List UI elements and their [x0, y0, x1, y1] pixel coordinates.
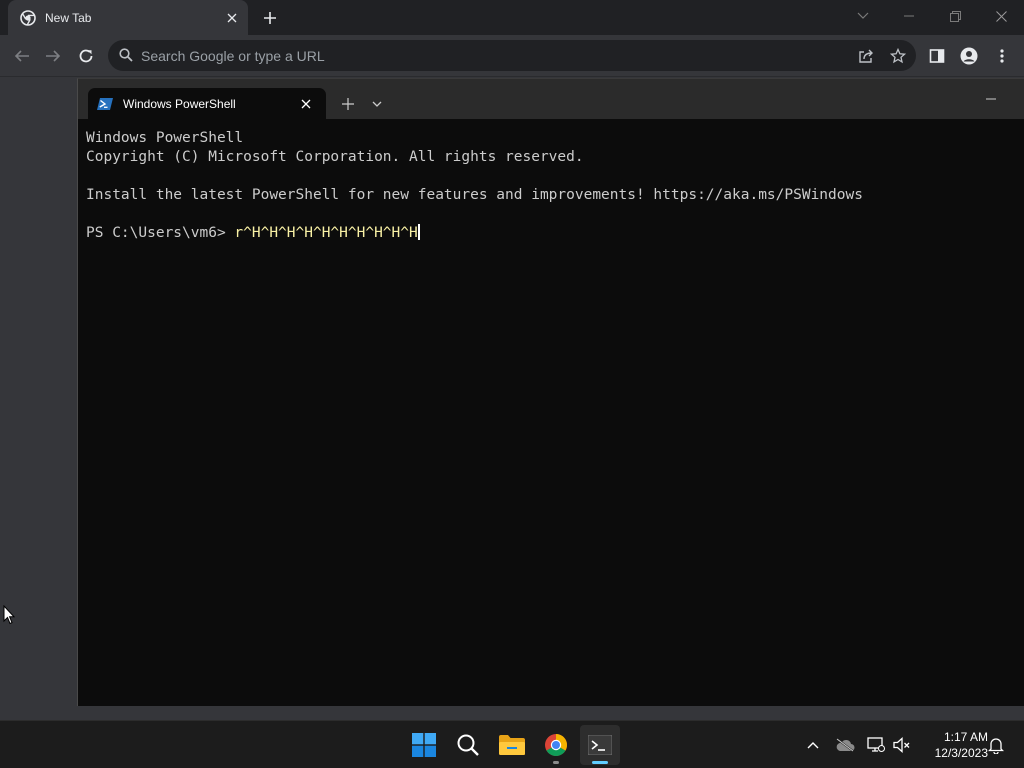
- volume-muted-icon[interactable]: [891, 734, 913, 756]
- system-clock[interactable]: 1:17 AM 12/3/2023: [918, 729, 988, 761]
- powershell-icon: [97, 96, 113, 112]
- bookmark-star-icon[interactable]: [888, 46, 908, 66]
- search-icon: [456, 733, 480, 757]
- terminal-line: Copyright (C) Microsoft Corporation. All…: [86, 149, 584, 165]
- close-tab-icon[interactable]: [296, 94, 316, 114]
- terminal-taskbar-button[interactable]: [580, 725, 620, 765]
- terminal-line: Install the latest PowerShell for new fe…: [86, 187, 863, 203]
- running-indicator: [553, 761, 559, 764]
- clock-time: 1:17 AM: [943, 730, 988, 744]
- terminal-minimize-button[interactable]: [976, 87, 1006, 111]
- active-indicator: [592, 761, 608, 764]
- close-window-button[interactable]: [978, 0, 1024, 32]
- terminal-tab-powershell[interactable]: Windows PowerShell: [88, 88, 326, 119]
- terminal-line: Windows PowerShell: [86, 130, 244, 146]
- terminal-tab-title: Windows PowerShell: [123, 96, 236, 111]
- new-tab-button[interactable]: [258, 6, 282, 30]
- terminal-output[interactable]: Windows PowerShell Copyright (C) Microso…: [86, 129, 1016, 243]
- terminal-window[interactable]: Windows PowerShell Windows PowerShell Co…: [77, 78, 1024, 706]
- minimize-button[interactable]: [886, 0, 932, 32]
- terminal-tab-strip: Windows PowerShell: [78, 79, 1024, 119]
- clock-date: 12/3/2023: [934, 746, 988, 760]
- network-icon[interactable]: [865, 734, 887, 756]
- new-terminal-tab-button[interactable]: [337, 93, 359, 115]
- chrome-menu-icon[interactable]: [990, 44, 1014, 68]
- notification-bell-icon[interactable]: [985, 734, 1007, 756]
- taskbar: 1:17 AM 12/3/2023: [0, 720, 1024, 768]
- forward-arrow-icon[interactable]: [40, 43, 66, 69]
- chrome-taskbar-button[interactable]: [536, 725, 576, 765]
- dropdown-chevron-icon[interactable]: [366, 93, 388, 115]
- omnibox[interactable]: [108, 40, 916, 71]
- close-tab-icon[interactable]: [222, 8, 242, 28]
- search-icon: [119, 48, 133, 67]
- reload-icon[interactable]: [73, 43, 99, 69]
- taskbar-search-button[interactable]: [448, 725, 488, 765]
- text-cursor: [417, 224, 420, 240]
- back-arrow-icon[interactable]: [9, 43, 35, 69]
- chrome-tab-strip: New Tab: [0, 0, 1024, 35]
- chrome-toolbar: [0, 35, 1024, 77]
- restore-button[interactable]: [932, 0, 978, 32]
- chrome-favicon-icon: [20, 9, 36, 26]
- chrome-window-controls: [840, 0, 1024, 32]
- share-icon[interactable]: [856, 46, 876, 66]
- windows-start-icon: [412, 733, 436, 757]
- folder-icon: [499, 734, 525, 756]
- onedrive-offline-icon[interactable]: [834, 734, 856, 756]
- terminal-icon: [588, 735, 612, 755]
- omnibox-input[interactable]: [141, 40, 821, 71]
- chrome-tab-new-tab[interactable]: New Tab: [8, 0, 248, 35]
- start-button[interactable]: [404, 725, 444, 765]
- profile-avatar-icon[interactable]: [957, 44, 981, 68]
- typed-input: r^H^H^H^H^H^H^H^H^H^H: [234, 225, 418, 241]
- prompt-text: PS C:\Users\vm6>: [86, 225, 235, 241]
- tab-search-chevron-icon[interactable]: [840, 0, 886, 32]
- chrome-tab-title: New Tab: [45, 10, 92, 25]
- file-explorer-button[interactable]: [492, 725, 532, 765]
- chrome-icon: [544, 733, 568, 757]
- show-hidden-icons-chevron-icon[interactable]: [802, 734, 824, 756]
- side-panel-icon[interactable]: [925, 44, 949, 68]
- terminal-prompt-line[interactable]: PS C:\Users\vm6> r^H^H^H^H^H^H^H^H^H^H: [86, 224, 1016, 243]
- mouse-pointer-icon: [3, 604, 16, 630]
